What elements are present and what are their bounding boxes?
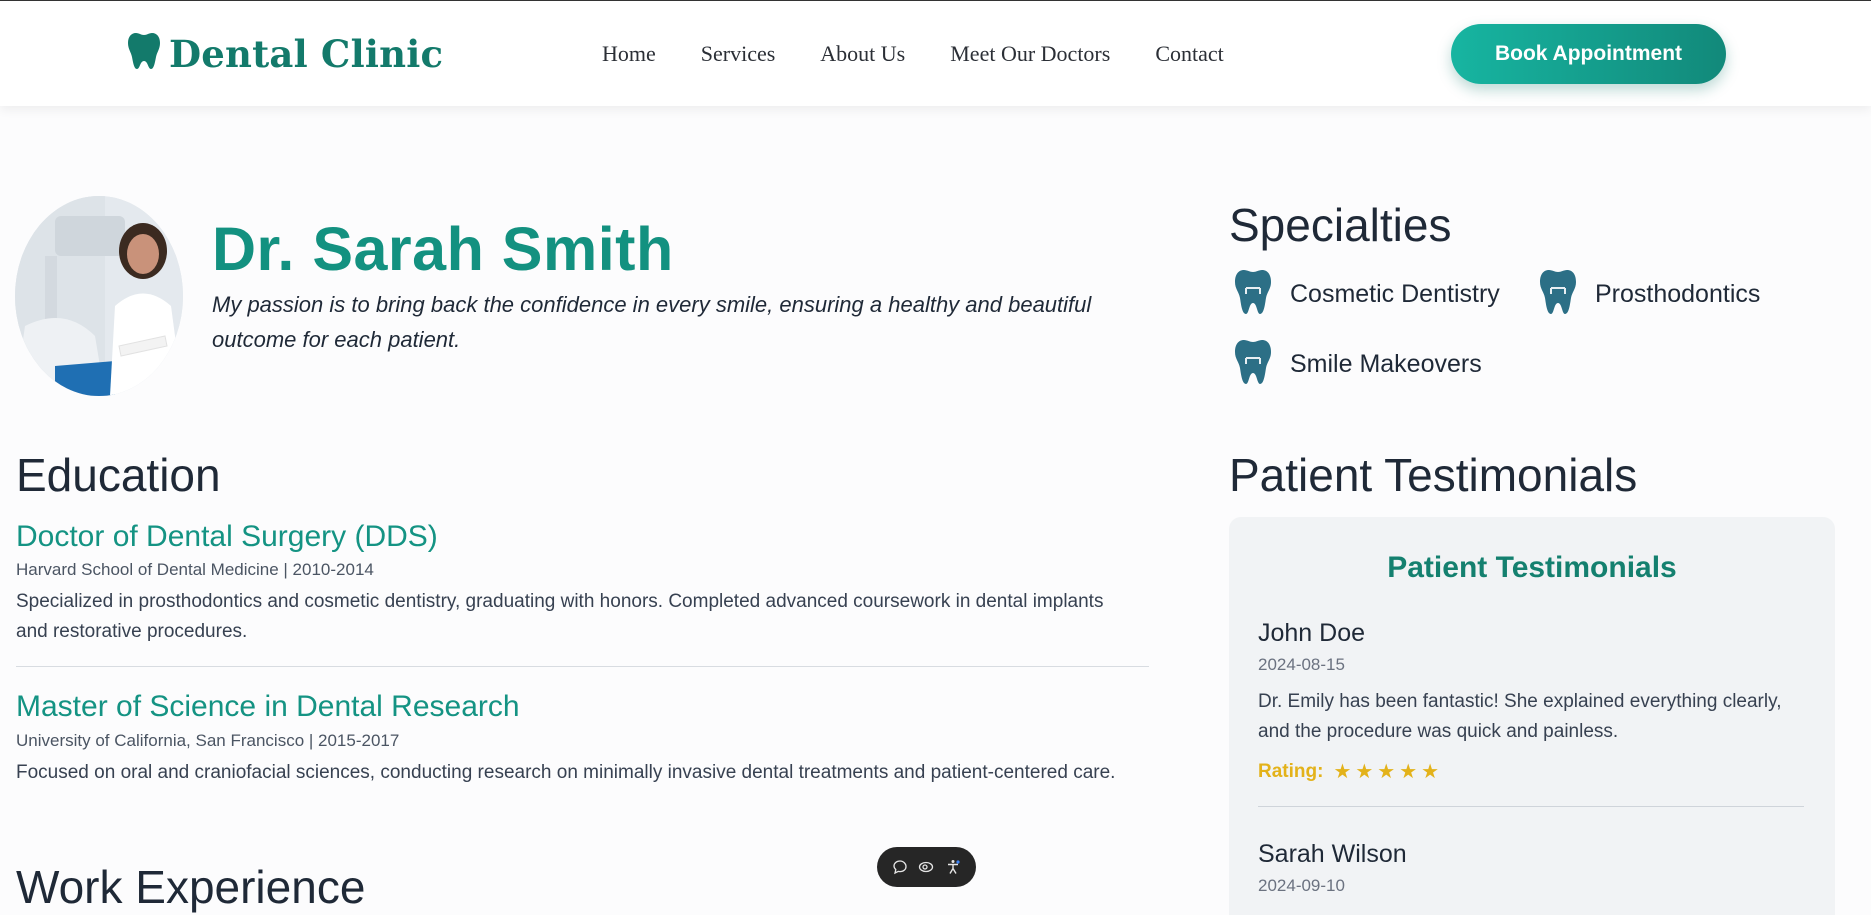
accessibility-icon[interactable] [943,857,963,877]
testimonial-rating: Rating: ★★★★★ [1258,759,1443,784]
specialty-item: Prosthodontics [1539,268,1760,321]
doctor-quote: My passion is to bring back the confiden… [212,292,1092,352]
education-item-meta: University of California, San Francisco … [16,731,400,750]
doctor-photo [15,196,183,396]
specialty-label: Prosthodontics [1595,280,1761,308]
specialty-item: Cosmetic Dentistry [1234,268,1500,321]
education-item-title: Doctor of Dental Surgery (DDS) [16,520,438,553]
specialty-item: Smile Makeovers [1234,338,1482,391]
tooth-icon [1539,268,1577,321]
education-divider [16,666,1149,667]
testimonial-date: 2024-09-10 [1258,876,1345,895]
testimonials-card: Patient Testimonials John Doe 2024-08-15… [1229,517,1835,915]
star-icons: ★★★★★ [1333,761,1444,783]
nav-meet-our-doctors[interactable]: Meet Our Doctors [950,41,1110,67]
education-heading: Education [16,449,221,501]
education-item-meta: Harvard School of Dental Medicine | 2010… [16,560,374,579]
tooth-icon [127,31,161,76]
specialty-label: Smile Makeovers [1290,350,1482,378]
nav-services[interactable]: Services [701,41,776,67]
logo[interactable]: Dental Clinic [127,31,443,76]
tooth-icon [1234,268,1272,321]
nav-contact[interactable]: Contact [1155,41,1223,67]
testimonial-text: Dr. Emily has been fantastic! She explai… [1258,691,1782,742]
book-appointment-button[interactable]: Book Appointment [1451,24,1726,84]
rating-label: Rating: [1258,760,1324,782]
doctor-name: Dr. Sarah Smith [212,215,674,283]
eye-toggle-icon[interactable] [916,857,936,877]
education-item-description: Focused on oral and craniofacial science… [16,762,1116,783]
site-header: Dental Clinic Home Services About Us Mee… [0,0,1871,106]
testimonial-author: Sarah Wilson [1258,840,1407,868]
nav-about-us[interactable]: About Us [820,41,905,67]
logo-text: Dental Clinic [169,31,444,76]
main-nav: Home Services About Us Meet Our Doctors … [602,41,1269,67]
testimonial-author: John Doe [1258,619,1366,647]
specialties-heading: Specialties [1229,199,1452,251]
education-item-description: Specialized in prosthodontics and cosmet… [16,591,1104,642]
testimonials-heading: Patient Testimonials [1229,449,1638,501]
specialty-label: Cosmetic Dentistry [1290,280,1500,308]
testimonials-card-title: Patient Testimonials [1387,551,1677,584]
testimonial-divider [1258,806,1804,807]
work-experience-heading: Work Experience [16,861,366,913]
nav-home[interactable]: Home [602,41,656,67]
tooth-icon [1234,338,1272,391]
chat-icon[interactable] [890,857,910,877]
education-item-title: Master of Science in Dental Research [16,690,520,723]
floating-toolbar [877,847,976,887]
testimonial-date: 2024-08-15 [1258,655,1345,674]
